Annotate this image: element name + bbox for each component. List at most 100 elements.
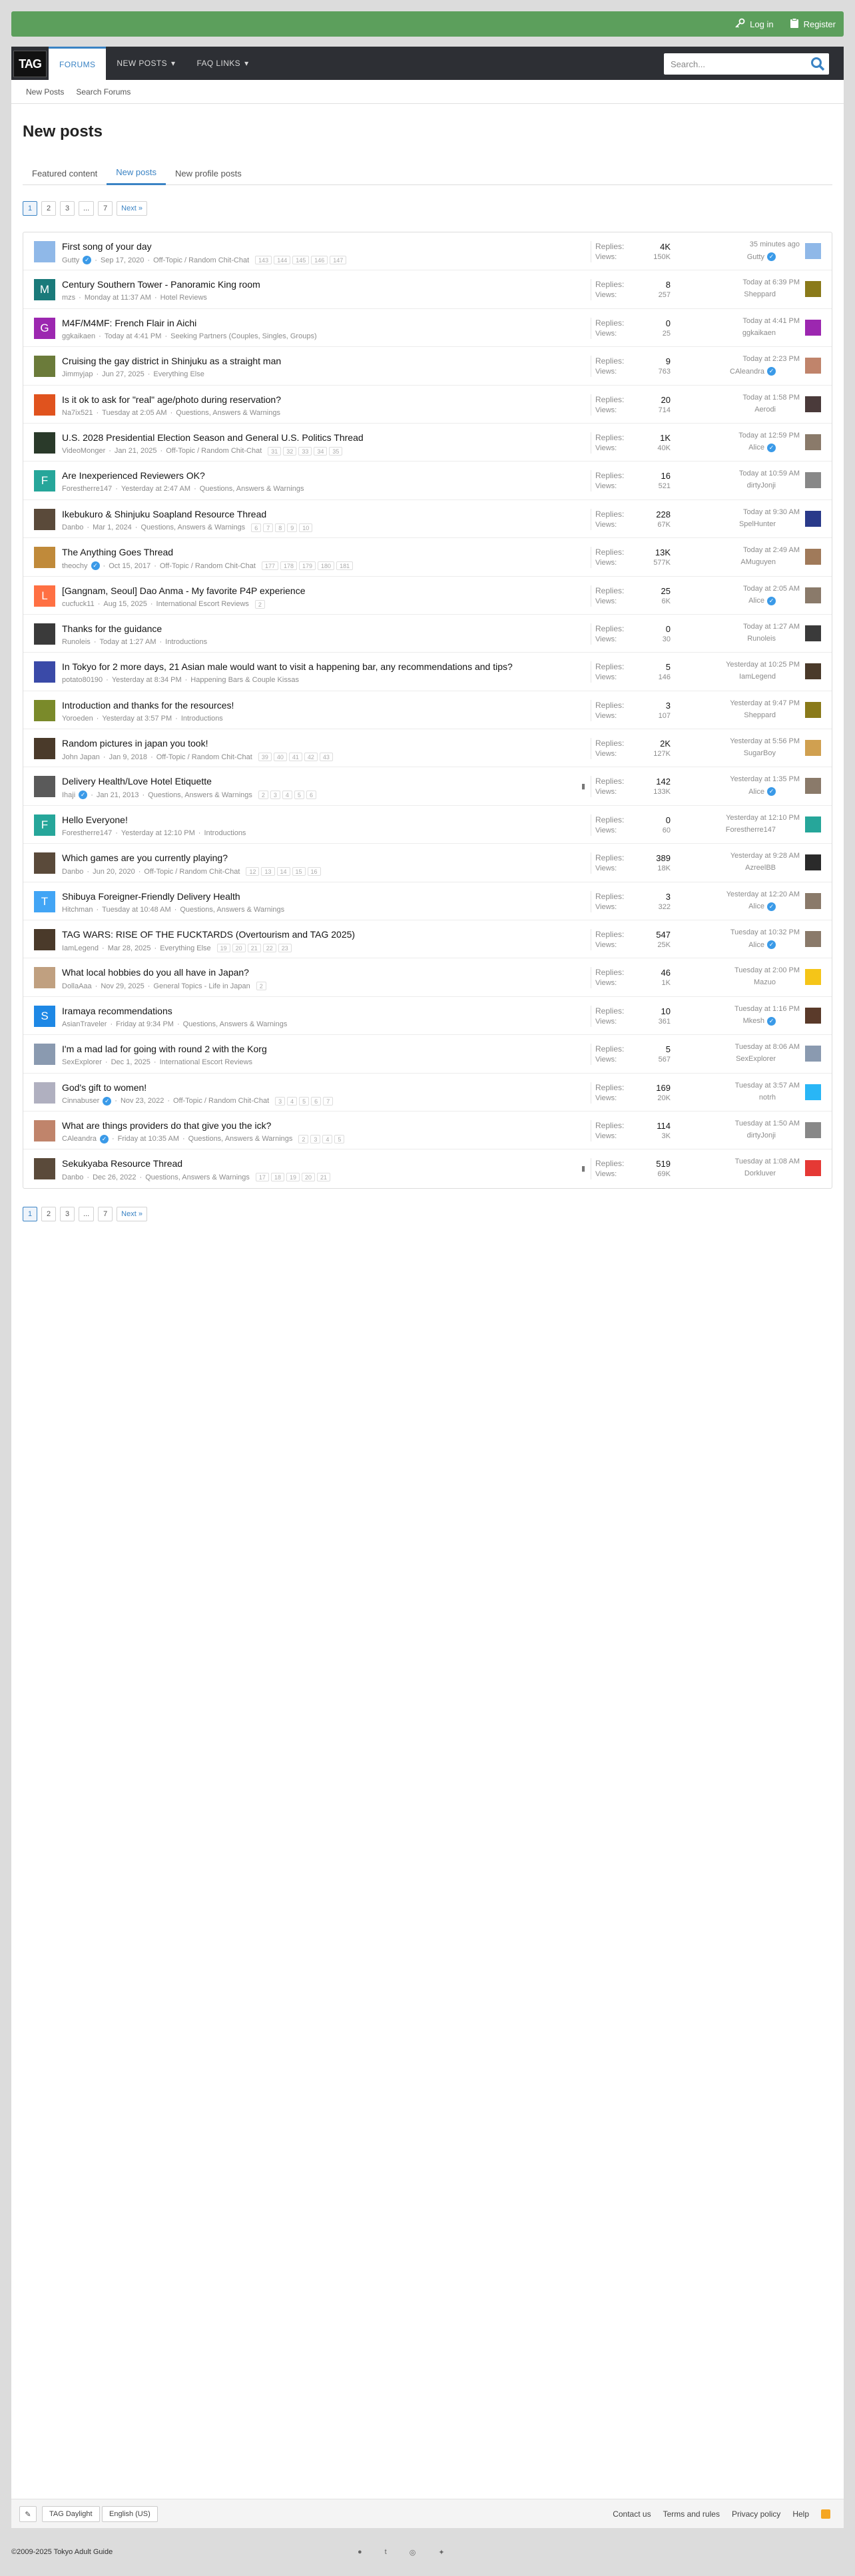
- thread-author[interactable]: DollaAaa: [62, 982, 92, 990]
- thread-title[interactable]: What are things providers do that give y…: [62, 1120, 271, 1131]
- thread-page-link[interactable]: 32: [283, 446, 297, 456]
- thread-author[interactable]: Cinnabuser: [62, 1097, 99, 1105]
- thread-author[interactable]: VideoMonger: [62, 447, 105, 455]
- thread-author[interactable]: Danbo: [62, 868, 83, 876]
- thread-page-link[interactable]: 3: [270, 791, 280, 800]
- thread-start-date[interactable]: Today at 4:41 PM: [105, 332, 162, 340]
- thread-author[interactable]: Na7ix521: [62, 409, 93, 417]
- last-post-time[interactable]: Yesterday at 10:25 PM: [679, 661, 800, 669]
- footer-link-terms[interactable]: Terms and rules: [663, 2509, 720, 2519]
- last-post-time[interactable]: Today at 4:41 PM: [679, 317, 800, 325]
- thread-forum[interactable]: Everything Else: [153, 370, 204, 378]
- thread-forum[interactable]: Everything Else: [160, 944, 210, 952]
- last-poster-avatar[interactable]: [805, 931, 821, 948]
- thread-row[interactable]: I'm a mad lad for going with round 2 wit…: [23, 1035, 832, 1074]
- thread-author[interactable]: SexExplorer: [62, 1058, 102, 1066]
- thread-title[interactable]: Which games are you currently playing?: [62, 852, 228, 863]
- last-post-time[interactable]: Today at 9:30 AM: [679, 508, 800, 516]
- last-post-time[interactable]: Tuesday at 1:16 PM: [679, 1005, 800, 1013]
- thread-author[interactable]: Ihaji: [62, 791, 75, 799]
- thread-page-link[interactable]: 146: [311, 256, 328, 264]
- thread-row[interactable]: Ikebukuro & Shinjuku Soapland Resource T…: [23, 500, 832, 539]
- author-avatar[interactable]: [34, 738, 55, 760]
- author-avatar[interactable]: [34, 356, 55, 378]
- thread-title[interactable]: Hello Everyone!: [62, 814, 128, 825]
- thread-author[interactable]: IamLegend: [62, 944, 99, 952]
- last-poster-avatar[interactable]: [805, 740, 821, 757]
- thread-page-link[interactable]: 6: [306, 791, 316, 800]
- tumblr-icon[interactable]: t: [385, 2548, 387, 2557]
- thread-page-link[interactable]: 34: [314, 446, 328, 456]
- page-link[interactable]: 3: [60, 201, 75, 216]
- page-link[interactable]: 7: [98, 201, 113, 216]
- author-avatar[interactable]: [34, 1158, 55, 1180]
- last-post-user[interactable]: notrh: [759, 1094, 776, 1102]
- thread-page-link[interactable]: 6: [251, 523, 262, 532]
- thread-page-link[interactable]: 5: [334, 1134, 345, 1143]
- thread-forum[interactable]: Questions, Answers & Warnings: [183, 1020, 288, 1028]
- thread-title[interactable]: I'm a mad lad for going with round 2 wit…: [62, 1044, 267, 1054]
- thread-row[interactable]: In Tokyo for 2 more days, 21 Asian male …: [23, 653, 832, 691]
- last-post-time[interactable]: Yesterday at 5:56 PM: [679, 737, 800, 745]
- thread-row[interactable]: Which games are you currently playing? D…: [23, 844, 832, 882]
- last-poster-avatar[interactable]: [805, 510, 821, 527]
- thread-page-link[interactable]: 147: [330, 256, 347, 264]
- thread-forum[interactable]: Introductions: [165, 638, 207, 646]
- thread-row[interactable]: What local hobbies do you all have in Ja…: [23, 958, 832, 997]
- page-link[interactable]: 1: [23, 201, 37, 216]
- thread-title[interactable]: Thanks for the guidance: [62, 623, 162, 634]
- last-poster-avatar[interactable]: [805, 701, 821, 718]
- thread-page-link[interactable]: 10: [299, 523, 313, 532]
- thread-row[interactable]: Delivery Health/Love Hotel Etiquette Iha…: [23, 767, 832, 806]
- thread-page-link[interactable]: 22: [262, 944, 276, 953]
- last-poster-avatar[interactable]: [805, 396, 821, 412]
- last-post-time[interactable]: Yesterday at 9:47 PM: [679, 699, 800, 707]
- twitter-icon[interactable]: ✦: [438, 2548, 444, 2557]
- author-avatar[interactable]: G: [34, 317, 55, 339]
- author-avatar[interactable]: [34, 241, 55, 262]
- thread-page-link[interactable]: 21: [316, 1173, 330, 1182]
- thread-author[interactable]: Gutty: [62, 256, 79, 264]
- thread-start-date[interactable]: Mar 28, 2025: [108, 944, 151, 952]
- last-post-time[interactable]: Tuesday at 2:00 PM: [679, 966, 800, 974]
- last-poster-avatar[interactable]: [805, 663, 821, 680]
- author-avatar[interactable]: F: [34, 814, 55, 836]
- author-avatar[interactable]: L: [34, 585, 55, 607]
- thread-forum[interactable]: Off-Topic / Random Chit-Chat: [166, 447, 262, 455]
- page-link[interactable]: 1: [23, 1207, 37, 1221]
- facebook-icon[interactable]: ●: [358, 2548, 362, 2557]
- last-post-time[interactable]: 35 minutes ago: [679, 240, 800, 248]
- last-post-user[interactable]: Mazuo: [754, 978, 776, 986]
- thread-forum[interactable]: Seeking Partners (Couples, Singles, Grou…: [170, 332, 317, 340]
- rss-icon[interactable]: [821, 2509, 830, 2519]
- last-post-time[interactable]: Today at 6:39 PM: [679, 278, 800, 286]
- last-post-user[interactable]: Runoleis: [747, 635, 776, 643]
- nav-tab-faq-links[interactable]: FAQ LINKS ▾: [186, 47, 259, 80]
- instagram-icon[interactable]: ◎: [410, 2548, 416, 2557]
- last-post-time[interactable]: Today at 12:59 PM: [679, 432, 800, 440]
- thread-page-link[interactable]: 4: [282, 791, 292, 800]
- page-link[interactable]: 3: [60, 1207, 75, 1221]
- thread-start-date[interactable]: Tuesday at 10:48 AM: [102, 906, 171, 914]
- thread-page-link[interactable]: 144: [274, 256, 291, 264]
- author-avatar[interactable]: [34, 929, 55, 951]
- page-link[interactable]: 2: [41, 1207, 56, 1221]
- thread-start-date[interactable]: Yesterday at 8:34 PM: [112, 676, 182, 684]
- last-post-time[interactable]: Yesterday at 9:28 AM: [679, 852, 800, 860]
- author-avatar[interactable]: [34, 432, 55, 454]
- thread-page-link[interactable]: 21: [247, 944, 261, 953]
- thread-title[interactable]: In Tokyo for 2 more days, 21 Asian male …: [62, 661, 513, 672]
- thread-row[interactable]: First song of your day Gutty ✓ · Sep 17,…: [23, 232, 832, 271]
- thread-title[interactable]: Century Southern Tower - Panoramic King …: [62, 279, 260, 290]
- search-input[interactable]: Search...: [664, 53, 829, 75]
- thread-row[interactable]: M Century Southern Tower - Panoramic Kin…: [23, 270, 832, 309]
- last-poster-avatar[interactable]: [805, 1046, 821, 1062]
- author-avatar[interactable]: [34, 776, 55, 798]
- thread-start-date[interactable]: Aug 15, 2025: [103, 600, 146, 608]
- thread-page-link[interactable]: 31: [268, 446, 282, 456]
- thread-start-date[interactable]: Today at 1:27 AM: [99, 638, 156, 646]
- tab-new-posts[interactable]: New posts: [107, 161, 166, 185]
- thread-author[interactable]: theochy: [62, 562, 88, 570]
- thread-title[interactable]: God's gift to women!: [62, 1082, 146, 1093]
- thread-page-link[interactable]: 4: [287, 1096, 298, 1106]
